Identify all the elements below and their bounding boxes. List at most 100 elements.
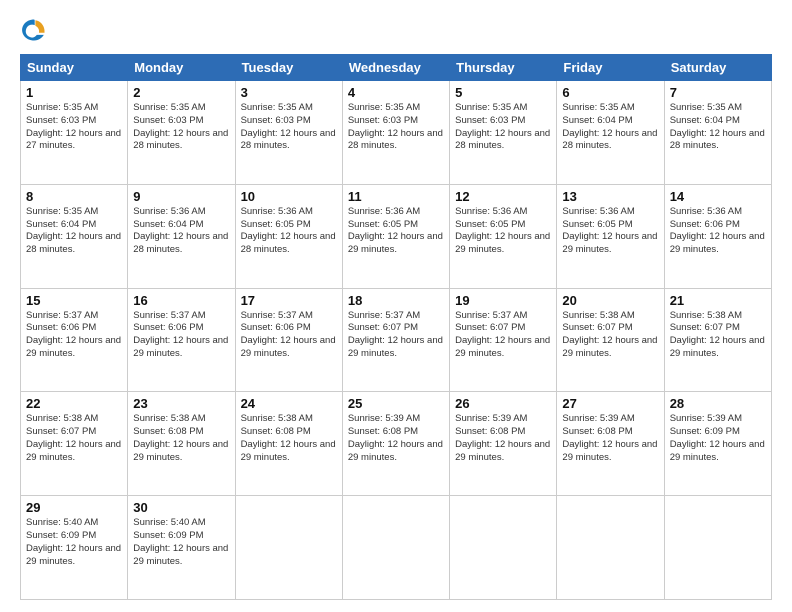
day-info: Sunrise: 5:35 AMSunset: 6:03 PMDaylight:… bbox=[241, 102, 337, 153]
calendar: Sunday Monday Tuesday Wednesday Thursday… bbox=[20, 54, 772, 600]
day-info: Sunrise: 5:39 AMSunset: 6:09 PMDaylight:… bbox=[670, 413, 766, 464]
header-row: Sunday Monday Tuesday Wednesday Thursday… bbox=[21, 55, 772, 81]
day-cell-24: 24 Sunrise: 5:38 AMSunset: 6:08 PMDaylig… bbox=[235, 392, 342, 496]
day-info: Sunrise: 5:35 AMSunset: 6:04 PMDaylight:… bbox=[26, 206, 122, 257]
day-number: 23 bbox=[133, 396, 229, 411]
day-info: Sunrise: 5:37 AMSunset: 6:06 PMDaylight:… bbox=[133, 310, 229, 361]
day-number: 10 bbox=[241, 189, 337, 204]
day-info: Sunrise: 5:35 AMSunset: 6:03 PMDaylight:… bbox=[348, 102, 444, 153]
logo bbox=[20, 16, 52, 44]
day-info: Sunrise: 5:39 AMSunset: 6:08 PMDaylight:… bbox=[562, 413, 658, 464]
day-info: Sunrise: 5:36 AMSunset: 6:04 PMDaylight:… bbox=[133, 206, 229, 257]
day-number: 12 bbox=[455, 189, 551, 204]
day-number: 18 bbox=[348, 293, 444, 308]
week-row-4: 22 Sunrise: 5:38 AMSunset: 6:07 PMDaylig… bbox=[21, 392, 772, 496]
day-cell-10: 10 Sunrise: 5:36 AMSunset: 6:05 PMDaylig… bbox=[235, 184, 342, 288]
day-info: Sunrise: 5:35 AMSunset: 6:04 PMDaylight:… bbox=[670, 102, 766, 153]
day-number: 28 bbox=[670, 396, 766, 411]
day-number: 11 bbox=[348, 189, 444, 204]
day-cell-2: 2 Sunrise: 5:35 AMSunset: 6:03 PMDayligh… bbox=[128, 81, 235, 185]
day-info: Sunrise: 5:39 AMSunset: 6:08 PMDaylight:… bbox=[455, 413, 551, 464]
page: Sunday Monday Tuesday Wednesday Thursday… bbox=[0, 0, 792, 612]
day-number: 16 bbox=[133, 293, 229, 308]
day-cell-5: 5 Sunrise: 5:35 AMSunset: 6:03 PMDayligh… bbox=[450, 81, 557, 185]
day-cell-28: 28 Sunrise: 5:39 AMSunset: 6:09 PMDaylig… bbox=[664, 392, 771, 496]
day-cell-18: 18 Sunrise: 5:37 AMSunset: 6:07 PMDaylig… bbox=[342, 288, 449, 392]
day-cell-27: 27 Sunrise: 5:39 AMSunset: 6:08 PMDaylig… bbox=[557, 392, 664, 496]
day-number: 30 bbox=[133, 500, 229, 515]
header-saturday: Saturday bbox=[664, 55, 771, 81]
day-cell-21: 21 Sunrise: 5:38 AMSunset: 6:07 PMDaylig… bbox=[664, 288, 771, 392]
day-cell-23: 23 Sunrise: 5:38 AMSunset: 6:08 PMDaylig… bbox=[128, 392, 235, 496]
day-number: 1 bbox=[26, 85, 122, 100]
day-cell-4: 4 Sunrise: 5:35 AMSunset: 6:03 PMDayligh… bbox=[342, 81, 449, 185]
day-cell-16: 16 Sunrise: 5:37 AMSunset: 6:06 PMDaylig… bbox=[128, 288, 235, 392]
day-number: 26 bbox=[455, 396, 551, 411]
day-cell-9: 9 Sunrise: 5:36 AMSunset: 6:04 PMDayligh… bbox=[128, 184, 235, 288]
header-sunday: Sunday bbox=[21, 55, 128, 81]
day-info: Sunrise: 5:38 AMSunset: 6:07 PMDaylight:… bbox=[562, 310, 658, 361]
day-cell-6: 6 Sunrise: 5:35 AMSunset: 6:04 PMDayligh… bbox=[557, 81, 664, 185]
day-number: 13 bbox=[562, 189, 658, 204]
logo-icon bbox=[20, 16, 48, 44]
day-number: 14 bbox=[670, 189, 766, 204]
empty-cell bbox=[342, 496, 449, 600]
day-info: Sunrise: 5:36 AMSunset: 6:05 PMDaylight:… bbox=[562, 206, 658, 257]
day-info: Sunrise: 5:38 AMSunset: 6:07 PMDaylight:… bbox=[26, 413, 122, 464]
header bbox=[20, 16, 772, 44]
day-info: Sunrise: 5:35 AMSunset: 6:03 PMDaylight:… bbox=[26, 102, 122, 153]
day-number: 7 bbox=[670, 85, 766, 100]
calendar-body: 1 Sunrise: 5:35 AMSunset: 6:03 PMDayligh… bbox=[21, 81, 772, 600]
header-thursday: Thursday bbox=[450, 55, 557, 81]
header-wednesday: Wednesday bbox=[342, 55, 449, 81]
day-info: Sunrise: 5:40 AMSunset: 6:09 PMDaylight:… bbox=[133, 517, 229, 568]
day-number: 4 bbox=[348, 85, 444, 100]
header-tuesday: Tuesday bbox=[235, 55, 342, 81]
day-info: Sunrise: 5:36 AMSunset: 6:06 PMDaylight:… bbox=[670, 206, 766, 257]
day-number: 20 bbox=[562, 293, 658, 308]
day-number: 17 bbox=[241, 293, 337, 308]
week-row-5: 29 Sunrise: 5:40 AMSunset: 6:09 PMDaylig… bbox=[21, 496, 772, 600]
day-number: 27 bbox=[562, 396, 658, 411]
day-cell-11: 11 Sunrise: 5:36 AMSunset: 6:05 PMDaylig… bbox=[342, 184, 449, 288]
day-cell-14: 14 Sunrise: 5:36 AMSunset: 6:06 PMDaylig… bbox=[664, 184, 771, 288]
day-number: 19 bbox=[455, 293, 551, 308]
day-cell-13: 13 Sunrise: 5:36 AMSunset: 6:05 PMDaylig… bbox=[557, 184, 664, 288]
day-number: 3 bbox=[241, 85, 337, 100]
day-info: Sunrise: 5:37 AMSunset: 6:06 PMDaylight:… bbox=[26, 310, 122, 361]
day-number: 24 bbox=[241, 396, 337, 411]
day-cell-26: 26 Sunrise: 5:39 AMSunset: 6:08 PMDaylig… bbox=[450, 392, 557, 496]
day-number: 25 bbox=[348, 396, 444, 411]
day-info: Sunrise: 5:39 AMSunset: 6:08 PMDaylight:… bbox=[348, 413, 444, 464]
day-info: Sunrise: 5:37 AMSunset: 6:07 PMDaylight:… bbox=[455, 310, 551, 361]
day-number: 22 bbox=[26, 396, 122, 411]
day-cell-1: 1 Sunrise: 5:35 AMSunset: 6:03 PMDayligh… bbox=[21, 81, 128, 185]
day-info: Sunrise: 5:35 AMSunset: 6:03 PMDaylight:… bbox=[455, 102, 551, 153]
day-cell-8: 8 Sunrise: 5:35 AMSunset: 6:04 PMDayligh… bbox=[21, 184, 128, 288]
day-cell-19: 19 Sunrise: 5:37 AMSunset: 6:07 PMDaylig… bbox=[450, 288, 557, 392]
empty-cell bbox=[664, 496, 771, 600]
day-number: 8 bbox=[26, 189, 122, 204]
day-number: 29 bbox=[26, 500, 122, 515]
day-info: Sunrise: 5:36 AMSunset: 6:05 PMDaylight:… bbox=[455, 206, 551, 257]
day-info: Sunrise: 5:37 AMSunset: 6:06 PMDaylight:… bbox=[241, 310, 337, 361]
day-info: Sunrise: 5:38 AMSunset: 6:08 PMDaylight:… bbox=[133, 413, 229, 464]
day-cell-29: 29 Sunrise: 5:40 AMSunset: 6:09 PMDaylig… bbox=[21, 496, 128, 600]
day-number: 5 bbox=[455, 85, 551, 100]
day-number: 9 bbox=[133, 189, 229, 204]
day-info: Sunrise: 5:40 AMSunset: 6:09 PMDaylight:… bbox=[26, 517, 122, 568]
week-row-1: 1 Sunrise: 5:35 AMSunset: 6:03 PMDayligh… bbox=[21, 81, 772, 185]
day-cell-30: 30 Sunrise: 5:40 AMSunset: 6:09 PMDaylig… bbox=[128, 496, 235, 600]
day-info: Sunrise: 5:37 AMSunset: 6:07 PMDaylight:… bbox=[348, 310, 444, 361]
day-info: Sunrise: 5:36 AMSunset: 6:05 PMDaylight:… bbox=[348, 206, 444, 257]
empty-cell bbox=[235, 496, 342, 600]
day-cell-12: 12 Sunrise: 5:36 AMSunset: 6:05 PMDaylig… bbox=[450, 184, 557, 288]
day-info: Sunrise: 5:38 AMSunset: 6:07 PMDaylight:… bbox=[670, 310, 766, 361]
empty-cell bbox=[557, 496, 664, 600]
day-cell-7: 7 Sunrise: 5:35 AMSunset: 6:04 PMDayligh… bbox=[664, 81, 771, 185]
week-row-3: 15 Sunrise: 5:37 AMSunset: 6:06 PMDaylig… bbox=[21, 288, 772, 392]
day-number: 21 bbox=[670, 293, 766, 308]
day-info: Sunrise: 5:35 AMSunset: 6:04 PMDaylight:… bbox=[562, 102, 658, 153]
day-cell-22: 22 Sunrise: 5:38 AMSunset: 6:07 PMDaylig… bbox=[21, 392, 128, 496]
day-number: 2 bbox=[133, 85, 229, 100]
